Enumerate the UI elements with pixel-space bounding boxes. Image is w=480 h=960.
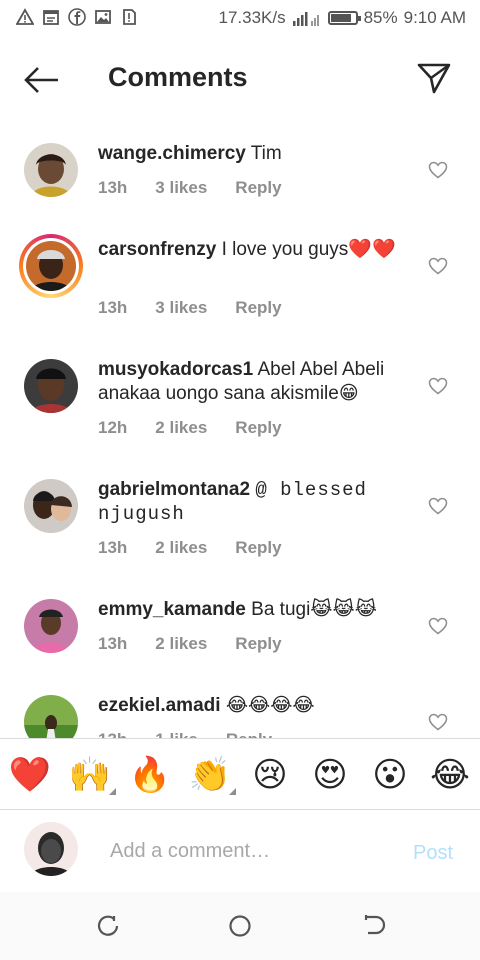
gallery-icon (95, 10, 111, 24)
system-nav-bar (0, 892, 480, 960)
avatar[interactable] (24, 479, 78, 533)
sim-icon (123, 9, 136, 25)
reply-button[interactable]: Reply (235, 298, 281, 318)
comment-meta: 13h 2 likes Reply (98, 538, 282, 558)
emoji-clapping-hands[interactable]: 👏 (188, 753, 236, 797)
comment-username[interactable]: wange.chimercy (98, 143, 246, 164)
back-icon[interactable] (360, 912, 388, 940)
comment-username[interactable]: gabrielmontana2 (98, 479, 250, 500)
avatar[interactable] (24, 599, 78, 653)
comment-composer: Post (0, 812, 480, 892)
back-button[interactable] (22, 64, 62, 96)
comment-likes[interactable]: 3 likes (155, 298, 207, 318)
signal-icon (292, 12, 319, 26)
emoji-heart-eyes[interactable]: 😍 (308, 753, 352, 797)
comment-likes[interactable]: 2 likes (155, 538, 207, 558)
comment-likes[interactable]: 2 likes (155, 418, 207, 438)
comment-meta: 12h 2 likes Reply (98, 418, 282, 438)
comment-text: 😂😂😂😂 (225, 695, 315, 716)
emoji-fire[interactable]: 🔥 (128, 753, 172, 797)
battery-icon (327, 11, 361, 25)
comment-input[interactable] (108, 834, 402, 868)
comment-meta: 13h 1 like Reply (98, 730, 272, 738)
reply-button[interactable]: Reply (226, 730, 272, 738)
share-button[interactable] (416, 60, 452, 96)
emoji-astonished[interactable]: 😮 (368, 753, 412, 797)
emoji-reaction-bar: ❤️ 🙌 🔥 👏 😢 😍 😮 😂 (0, 738, 480, 810)
arrow-left-icon[interactable] (22, 64, 62, 96)
reply-button[interactable]: Reply (235, 178, 281, 198)
emoji-tears-of-joy[interactable]: 😂 (428, 753, 472, 797)
status-bar: 17.33K/s 85% 9:10 AM (0, 0, 480, 36)
comments-list[interactable]: wange.chimercy Tim 13h 3 likes Reply car… (0, 130, 480, 738)
comment-text: I love you guys❤️❤️ (221, 239, 396, 260)
recent-apps-icon[interactable] (94, 912, 122, 940)
like-heart-icon[interactable] (428, 617, 448, 635)
home-icon[interactable] (226, 912, 254, 940)
notification-icons (16, 8, 138, 26)
warning-icon (16, 8, 34, 25)
avatar[interactable] (24, 695, 78, 738)
emoji-red-heart[interactable]: ❤️ (8, 753, 52, 797)
skin-tone-indicator-icon (229, 788, 236, 795)
comment-likes[interactable]: 2 likes (155, 634, 207, 654)
post-button[interactable]: Post (413, 842, 453, 865)
comment-username[interactable]: emmy_kamande (98, 599, 246, 620)
comment-time: 13h (98, 178, 128, 197)
comment-time: 13h (98, 298, 128, 317)
my-avatar (24, 822, 78, 876)
status-right: 17.33K/s 85% 9:10 AM (218, 8, 466, 28)
comment-username[interactable]: ezekiel.amadi (98, 695, 221, 716)
comment-text: Ba tugi😹😹😹 (251, 599, 377, 620)
like-heart-icon[interactable] (428, 377, 448, 395)
comment-time: 12h (98, 418, 128, 437)
comment-time: 13h (98, 634, 128, 653)
clock: 9:10 AM (403, 8, 466, 27)
like-heart-icon[interactable] (428, 713, 448, 731)
like-heart-icon[interactable] (428, 497, 448, 515)
avatar[interactable] (24, 359, 78, 413)
network-speed: 17.33K/s (218, 8, 286, 27)
comment-meta: 13h 3 likes Reply (98, 298, 282, 318)
skin-tone-indicator-icon (109, 788, 116, 795)
comment-likes[interactable]: 3 likes (155, 178, 207, 198)
comment-text: Tim (250, 143, 282, 164)
page-title: Comments (108, 62, 248, 92)
reply-button[interactable]: Reply (235, 418, 281, 438)
notes-icon (43, 10, 59, 25)
battery-level (330, 14, 351, 22)
comment-username[interactable]: carsonfrenzy (98, 239, 216, 260)
comment-meta: 13h 3 likes Reply (98, 178, 282, 198)
header: Comments (0, 52, 480, 108)
avatar[interactable] (24, 143, 78, 197)
comment-time: 13h (98, 730, 127, 738)
comment-time: 13h (98, 538, 128, 557)
paper-plane-icon[interactable] (416, 60, 452, 96)
like-heart-icon[interactable] (428, 161, 448, 179)
avatar-with-story-ring[interactable] (19, 234, 83, 298)
comment-likes[interactable]: 1 like (155, 730, 198, 738)
reply-button[interactable]: Reply (235, 538, 281, 558)
battery-percent: 85% (363, 8, 398, 27)
reply-button[interactable]: Reply (235, 634, 281, 654)
facebook-icon (68, 8, 86, 26)
comment-username[interactable]: musyokadorcas1 (98, 359, 253, 380)
comment-meta: 13h 2 likes Reply (98, 634, 282, 654)
emoji-crying-face[interactable]: 😢 (248, 753, 292, 797)
like-heart-icon[interactable] (428, 257, 448, 275)
emoji-raising-hands[interactable]: 🙌 (68, 753, 116, 797)
